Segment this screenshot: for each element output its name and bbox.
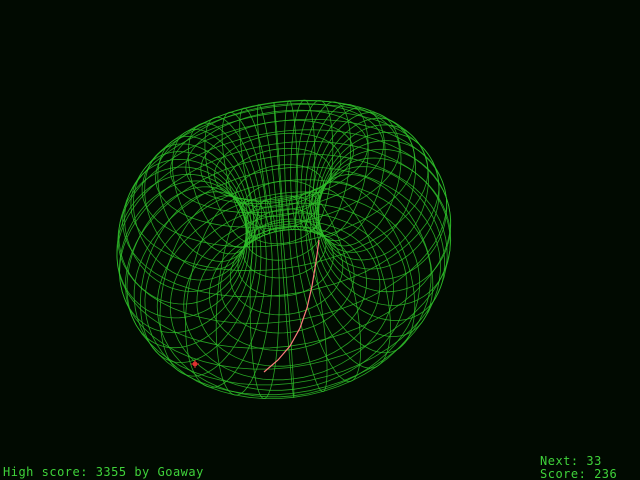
- high-score-label: High score: 3355 by Goaway: [3, 465, 204, 479]
- score-panel: Next: 33 Score: 236: [540, 455, 617, 480]
- torus-grid-line: [183, 212, 394, 381]
- torus-grid-line: [155, 99, 400, 228]
- torus-wireframe: [116, 99, 452, 400]
- next-label: Next: 33: [540, 454, 602, 468]
- torus-grid-line: [209, 226, 368, 351]
- torus-grid-line: [140, 191, 257, 364]
- game-viewport[interactable]: High score: 3355 by Goaway Next: 33 Scor…: [0, 0, 640, 480]
- score-label: Score: 236: [540, 467, 618, 480]
- torus-grid-line: [170, 103, 384, 214]
- torus-grid-line: [119, 180, 250, 334]
